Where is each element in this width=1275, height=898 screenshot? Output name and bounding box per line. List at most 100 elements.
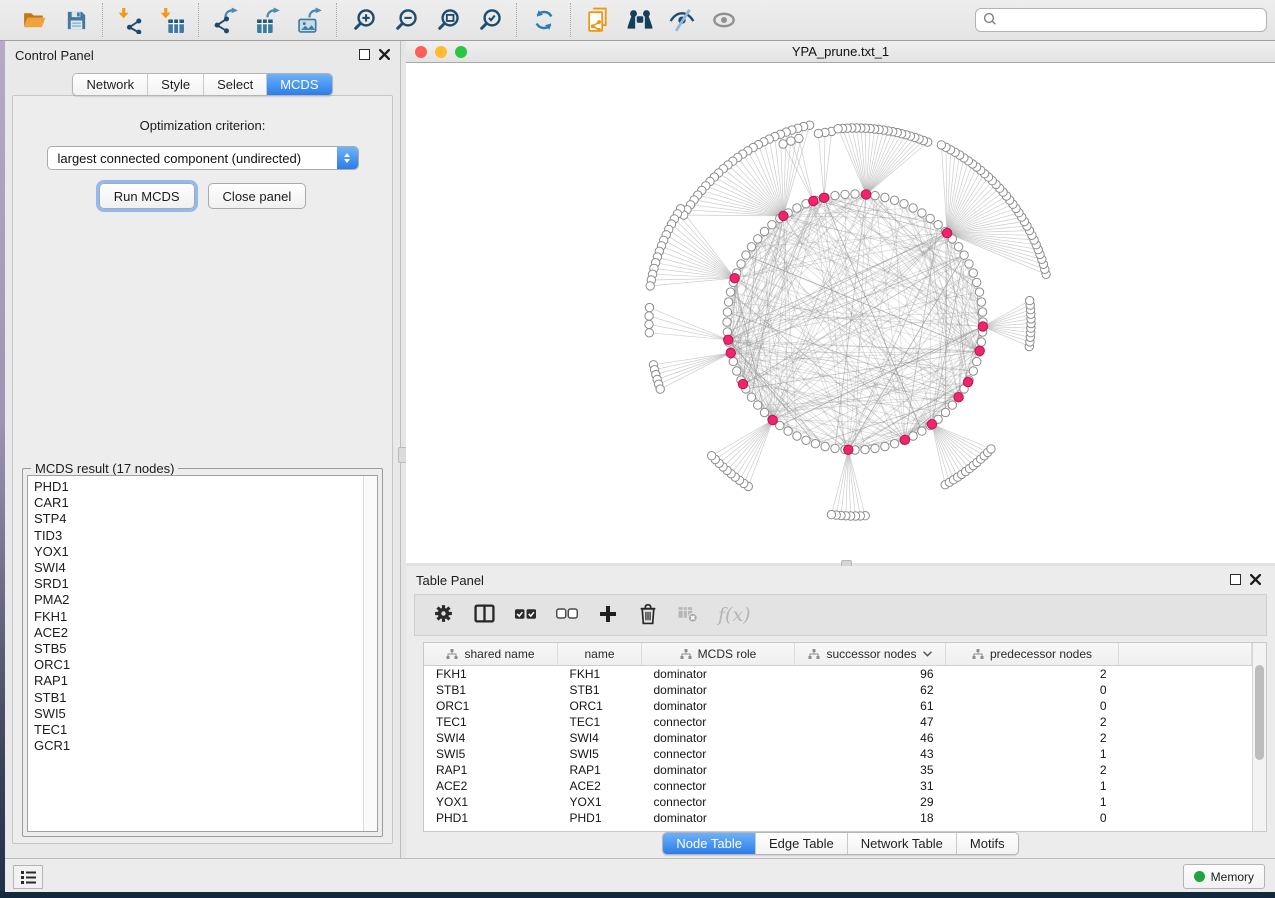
control-panel-title: Control Panel — [15, 48, 94, 63]
task-list-icon — [20, 870, 37, 885]
network-view-canvas[interactable] — [406, 63, 1275, 563]
zoom-selected-icon[interactable] — [475, 5, 505, 35]
mcds-result-item[interactable]: PHD1 — [34, 479, 363, 495]
tab-edge-table[interactable]: Edge Table — [755, 833, 847, 854]
float-panel-icon[interactable] — [359, 49, 370, 60]
refresh-layout-icon[interactable] — [529, 5, 559, 35]
close-panel-icon[interactable] — [379, 49, 390, 60]
float-panel-icon[interactable] — [1230, 574, 1241, 585]
mcds-result-item[interactable]: STB5 — [34, 641, 363, 657]
table-cell-filler — [1119, 698, 1252, 714]
import-table-icon[interactable] — [157, 5, 187, 35]
mcds-result-item[interactable]: ORC1 — [34, 657, 363, 673]
network-graph[interactable] — [406, 63, 1275, 563]
table-cell: 1 — [946, 746, 1119, 762]
table-cell: dominator — [642, 698, 795, 714]
mcds-result-item[interactable]: PMA2 — [34, 592, 363, 608]
zoom-fit-icon[interactable] — [433, 5, 463, 35]
delete-table-icon-disabled — [678, 604, 698, 626]
table-cell: SWI5 — [558, 746, 642, 762]
scrollbar-thumb[interactable] — [1255, 665, 1264, 760]
tab-network-table[interactable]: Network Table — [847, 833, 956, 854]
network-window-titlebar[interactable]: YPA_prune.txt_1 — [406, 41, 1275, 63]
save-session-icon[interactable] — [61, 5, 91, 35]
mcds-result-item[interactable]: TID3 — [34, 528, 363, 544]
mcds-result-item[interactable]: GCR1 — [34, 738, 363, 754]
table-scrollbar[interactable] — [1252, 643, 1266, 831]
table-cell: 35 — [795, 762, 946, 778]
table-row[interactable]: SWI4SWI4dominator462 — [424, 730, 1252, 746]
deselect-all-icon[interactable] — [556, 608, 578, 623]
delete-column-icon[interactable] — [638, 603, 658, 628]
export-network-icon[interactable] — [211, 5, 241, 35]
find-binoculars-icon[interactable] — [625, 5, 655, 35]
mcds-result-list[interactable]: PHD1CAR1STP4TID3YOX1SWI4SRD1PMA2FKH1ACE2… — [27, 475, 378, 832]
column-header-mcds-role[interactable]: MCDS role — [642, 643, 795, 666]
column-header-name[interactable]: name — [558, 643, 642, 666]
export-image-icon[interactable] — [295, 5, 325, 35]
hide-graphics-details-icon[interactable] — [667, 5, 697, 35]
application-window: Control Panel NetworkStyleSelectMCDS Opt… — [0, 0, 1275, 898]
split-panel-icon[interactable] — [474, 604, 495, 626]
mcds-result-item[interactable]: YOX1 — [34, 544, 363, 560]
import-network-icon[interactable] — [115, 5, 145, 35]
mcds-result-item[interactable]: ACE2 — [34, 625, 363, 641]
gear-icon[interactable] — [433, 603, 454, 627]
table-row[interactable]: ACE2ACE2connector311 — [424, 778, 1252, 794]
run-mcds-button[interactable]: Run MCDS — [99, 183, 195, 209]
table-row[interactable]: PHD1PHD1dominator180 — [424, 810, 1252, 826]
zoom-in-icon[interactable] — [349, 5, 379, 35]
table-row[interactable]: SWI5SWI5connector431 — [424, 746, 1252, 762]
close-panel-icon[interactable] — [1250, 574, 1261, 585]
table-row[interactable]: TEC1TEC1connector472 — [424, 714, 1252, 730]
toolbar-search-box[interactable] — [975, 8, 1267, 32]
memory-label: Memory — [1211, 870, 1254, 884]
mcds-result-item[interactable]: SWI5 — [34, 706, 363, 722]
mcds-result-item[interactable]: RAP1 — [34, 673, 363, 689]
tab-mcds[interactable]: MCDS — [266, 74, 331, 95]
duplicate-network-icon[interactable] — [583, 5, 613, 35]
close-panel-button[interactable]: Close panel — [208, 183, 307, 209]
mcds-result-item[interactable]: CAR1 — [34, 495, 363, 511]
table-cell: SWI5 — [424, 746, 558, 762]
add-column-icon[interactable] — [598, 604, 618, 627]
table-row[interactable]: ORC1ORC1dominator610 — [424, 698, 1252, 714]
mcds-result-item[interactable]: SRD1 — [34, 576, 363, 592]
criterion-dropdown[interactable]: largest connected component (undirected) — [47, 146, 359, 170]
mcds-result-item[interactable]: STB1 — [34, 690, 363, 706]
mcds-result-item[interactable]: FKH1 — [34, 609, 363, 625]
table-row[interactable]: STB1STB1dominator620 — [424, 682, 1252, 698]
tab-select[interactable]: Select — [203, 74, 266, 95]
column-header-predecessor-nodes[interactable]: predecessor nodes — [946, 643, 1119, 666]
table-cell: YOX1 — [424, 794, 558, 810]
zoom-out-icon[interactable] — [391, 5, 421, 35]
column-header-successor-nodes[interactable]: successor nodes — [795, 643, 946, 666]
export-table-icon[interactable] — [253, 5, 283, 35]
task-history-button[interactable] — [13, 865, 43, 889]
search-input[interactable] — [998, 12, 1260, 28]
memory-button[interactable]: Memory — [1183, 864, 1265, 889]
table-cell: 0 — [946, 810, 1119, 826]
tab-motifs[interactable]: Motifs — [956, 833, 1018, 854]
main-toolbar — [0, 0, 1275, 41]
open-file-icon[interactable] — [19, 5, 49, 35]
criterion-value: largest connected component (undirected) — [48, 151, 337, 166]
mcds-result-item[interactable]: SWI4 — [34, 560, 363, 576]
tab-node-table[interactable]: Node Table — [663, 833, 755, 854]
node-table[interactable]: shared namenameMCDS rolesuccessor nodesp… — [423, 642, 1267, 832]
tab-network[interactable]: Network — [73, 74, 147, 95]
column-header-shared-name[interactable]: shared name — [424, 643, 558, 666]
table-cell: 31 — [795, 778, 946, 794]
list-scrollbar[interactable] — [363, 476, 377, 831]
mcds-result-item[interactable]: TEC1 — [34, 722, 363, 738]
table-row[interactable]: RAP1RAP1dominator352 — [424, 762, 1252, 778]
table-cell: 2 — [946, 666, 1119, 683]
table-row[interactable]: FKH1FKH1dominator962 — [424, 666, 1252, 683]
table-row[interactable]: YOX1YOX1connector291 — [424, 794, 1252, 810]
tab-style[interactable]: Style — [147, 74, 203, 95]
table-cell: 96 — [795, 666, 946, 683]
mcds-result-item[interactable]: STP4 — [34, 511, 363, 527]
table-cell: dominator — [642, 682, 795, 698]
table-cell: FKH1 — [424, 666, 558, 683]
select-all-icon[interactable] — [515, 608, 536, 623]
